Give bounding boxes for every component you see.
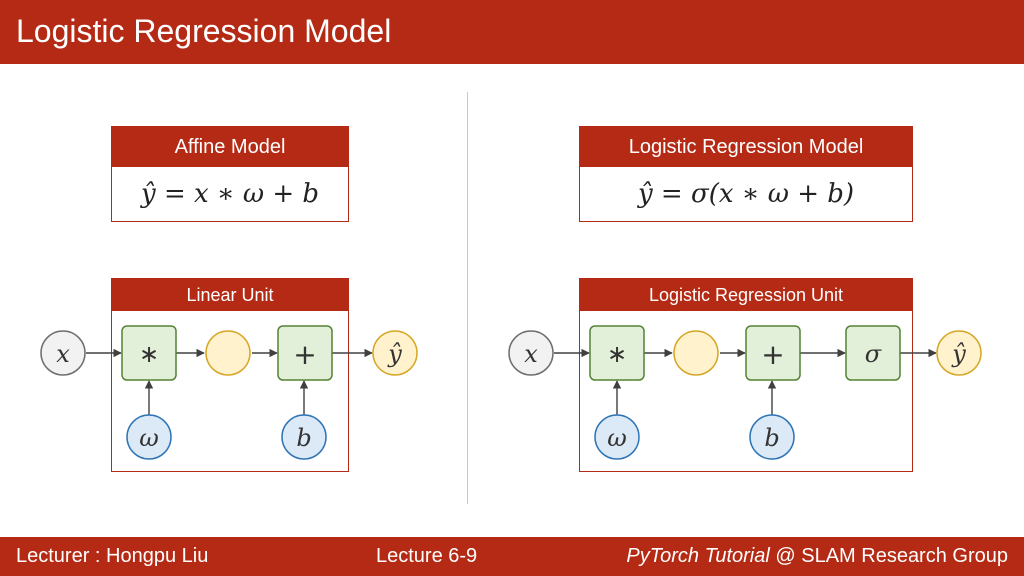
research-group-text: PyTorch Tutorial @ SLAM Research Group — [626, 544, 1008, 568]
bias-b-node: b — [749, 414, 795, 460]
output-yhat-node: ŷ — [372, 330, 418, 376]
weight-omega-node: ω — [594, 414, 640, 460]
input-x-node: x — [508, 330, 554, 376]
multiply-op-label: ∗ — [139, 340, 159, 368]
intermediate-node — [673, 330, 719, 376]
output-yhat-label: ŷ — [951, 340, 966, 368]
input-x-node: x — [40, 330, 86, 376]
add-op-label: + — [761, 338, 784, 371]
input-x-label: x — [524, 340, 538, 368]
bias-b-node: b — [281, 414, 327, 460]
multiply-op-label: ∗ — [607, 340, 627, 368]
sigmoid-op-node: σ — [845, 325, 901, 381]
output-yhat-node: ŷ — [936, 330, 982, 376]
weight-omega-label: ω — [607, 424, 627, 452]
group-name: @ SLAM Research Group — [769, 545, 1008, 567]
weight-omega-label: ω — [139, 424, 159, 452]
add-op-label: + — [293, 338, 316, 371]
computation-graph: x ∗ + ŷ ω b x ∗ + σ ŷ ω b — [40, 325, 982, 460]
output-yhat-label: ŷ — [387, 340, 402, 368]
linear-unit-graph: x ∗ + ŷ ω b — [40, 325, 418, 460]
lecturer-text: Lecturer : Hongpu Liu — [16, 545, 209, 567]
weight-omega-node: ω — [126, 414, 172, 460]
add-op-node: + — [745, 325, 801, 381]
lecture-number: Lecture 6-9 — [376, 545, 478, 567]
multiply-op-node: ∗ — [589, 325, 645, 381]
slide-footer: Lecturer : Hongpu Liu Lecture 6-9 PyTorc… — [0, 537, 1024, 576]
sigmoid-op-label: σ — [865, 340, 882, 368]
bias-b-label: b — [764, 424, 779, 452]
add-op-node: + — [277, 325, 333, 381]
input-x-label: x — [56, 340, 70, 368]
tutorial-name: PyTorch Tutorial — [626, 545, 770, 567]
intermediate-node — [205, 330, 251, 376]
bias-b-label: b — [296, 424, 311, 452]
multiply-op-node: ∗ — [121, 325, 177, 381]
logistic-unit-graph: x ∗ + σ ŷ ω b — [508, 325, 982, 460]
